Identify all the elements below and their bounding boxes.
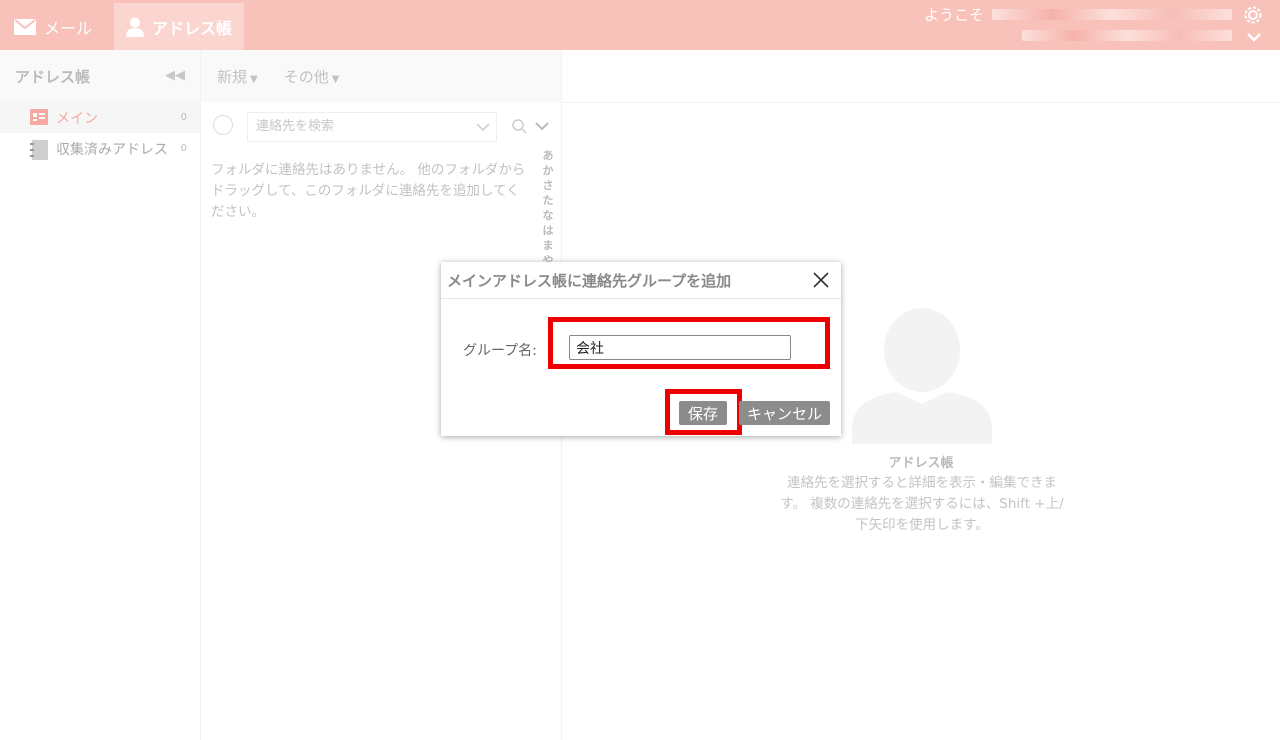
detail-description: 連絡先を選択すると詳細を表示・編集できます。 複数の連絡先を選択するには、Shi… bbox=[780, 475, 1064, 533]
nav-addressbook[interactable]: アドレス帳 bbox=[114, 3, 244, 50]
sidebar: アドレス帳 ◀◀ メイン 0 収集済みアドレス 0 bbox=[0, 50, 201, 740]
list-toolbar: 新規 ▼ その他 ▼ bbox=[201, 50, 561, 102]
select-all-checkbox[interactable] bbox=[213, 115, 233, 135]
group-name-input[interactable] bbox=[569, 335, 791, 360]
empty-folder-message: フォルダに連絡先はありません。 他のフォルダからドラッグして、このフォルダに連絡… bbox=[211, 162, 526, 220]
kana-index-item[interactable]: ま bbox=[541, 238, 555, 253]
search-input[interactable]: 連絡先を検索 bbox=[247, 112, 497, 142]
more-button[interactable]: その他 ▼ bbox=[284, 66, 340, 87]
welcome-label: ようこそ bbox=[923, 6, 984, 24]
person-icon bbox=[125, 17, 144, 37]
sidebar-item-label: メイン bbox=[56, 110, 98, 127]
new-button[interactable]: 新規 ▼ bbox=[217, 66, 258, 87]
envelope-icon bbox=[14, 18, 36, 35]
search-icon[interactable] bbox=[511, 118, 527, 138]
sidebar-title: アドレス帳 bbox=[15, 67, 91, 86]
top-bar: メール アドレス帳 ようこそ bbox=[0, 0, 1280, 50]
welcome-text: ようこそ bbox=[924, 4, 1232, 25]
contact-card-icon bbox=[30, 108, 48, 127]
nav-mail-label: メール bbox=[44, 18, 93, 38]
username-redacted bbox=[992, 9, 1232, 20]
sidebar-item-collected[interactable]: 収集済みアドレス 0 bbox=[0, 133, 200, 164]
more-button-label: その他 bbox=[283, 67, 329, 86]
person-placeholder-icon bbox=[852, 308, 992, 448]
save-button[interactable]: 保存 bbox=[679, 401, 727, 425]
group-name-label: グループ名: bbox=[463, 343, 537, 359]
email-redacted bbox=[1022, 30, 1232, 41]
nav-mail[interactable]: メール bbox=[14, 3, 110, 50]
sidebar-header: アドレス帳 ◀◀ bbox=[0, 50, 200, 102]
notebook-icon bbox=[30, 139, 48, 160]
sidebar-item-count: 0 bbox=[180, 112, 187, 123]
detail-title: アドレス帳 bbox=[888, 456, 954, 471]
kana-index-item[interactable]: な bbox=[541, 208, 555, 223]
chevron-down-icon[interactable] bbox=[534, 118, 550, 137]
dialog-header: メインアドレス帳に連絡先グループを追加 bbox=[441, 262, 841, 299]
dropdown-arrow-icon: ▼ bbox=[331, 73, 340, 85]
gear-icon[interactable] bbox=[1244, 6, 1262, 28]
close-icon[interactable] bbox=[811, 270, 831, 294]
kana-index-item[interactable]: か bbox=[541, 163, 555, 178]
dropdown-arrow-icon: ▼ bbox=[250, 73, 258, 85]
search-placeholder: 連絡先を検索 bbox=[256, 119, 335, 134]
sidebar-item-label: 収集済みアドレス bbox=[56, 141, 168, 158]
detail-toolbar bbox=[562, 50, 1280, 103]
collapse-icon[interactable]: ◀◀ bbox=[165, 68, 185, 83]
kana-index-item[interactable]: さ bbox=[541, 178, 555, 193]
sidebar-item-count: 0 bbox=[180, 143, 187, 154]
dialog-title: メインアドレス帳に連絡先グループを追加 bbox=[447, 271, 732, 290]
sidebar-item-main[interactable]: メイン 0 bbox=[0, 102, 200, 133]
kana-index-item[interactable]: は bbox=[541, 223, 555, 238]
kana-index-item[interactable]: あ bbox=[541, 148, 555, 163]
new-button-label: 新規 bbox=[217, 67, 248, 86]
add-group-dialog: メインアドレス帳に連絡先グループを追加 グループ名: 保存 キャンセル bbox=[441, 262, 841, 436]
kana-index: あ か さ た な は ま や bbox=[541, 148, 555, 268]
chevron-down-icon[interactable] bbox=[475, 113, 491, 152]
search-row: 連絡先を検索 bbox=[201, 102, 561, 152]
chevron-down-icon[interactable] bbox=[1246, 28, 1262, 47]
kana-index-item[interactable]: た bbox=[541, 193, 555, 208]
cancel-button[interactable]: キャンセル bbox=[739, 401, 830, 425]
nav-addressbook-label: アドレス帳 bbox=[151, 18, 232, 38]
